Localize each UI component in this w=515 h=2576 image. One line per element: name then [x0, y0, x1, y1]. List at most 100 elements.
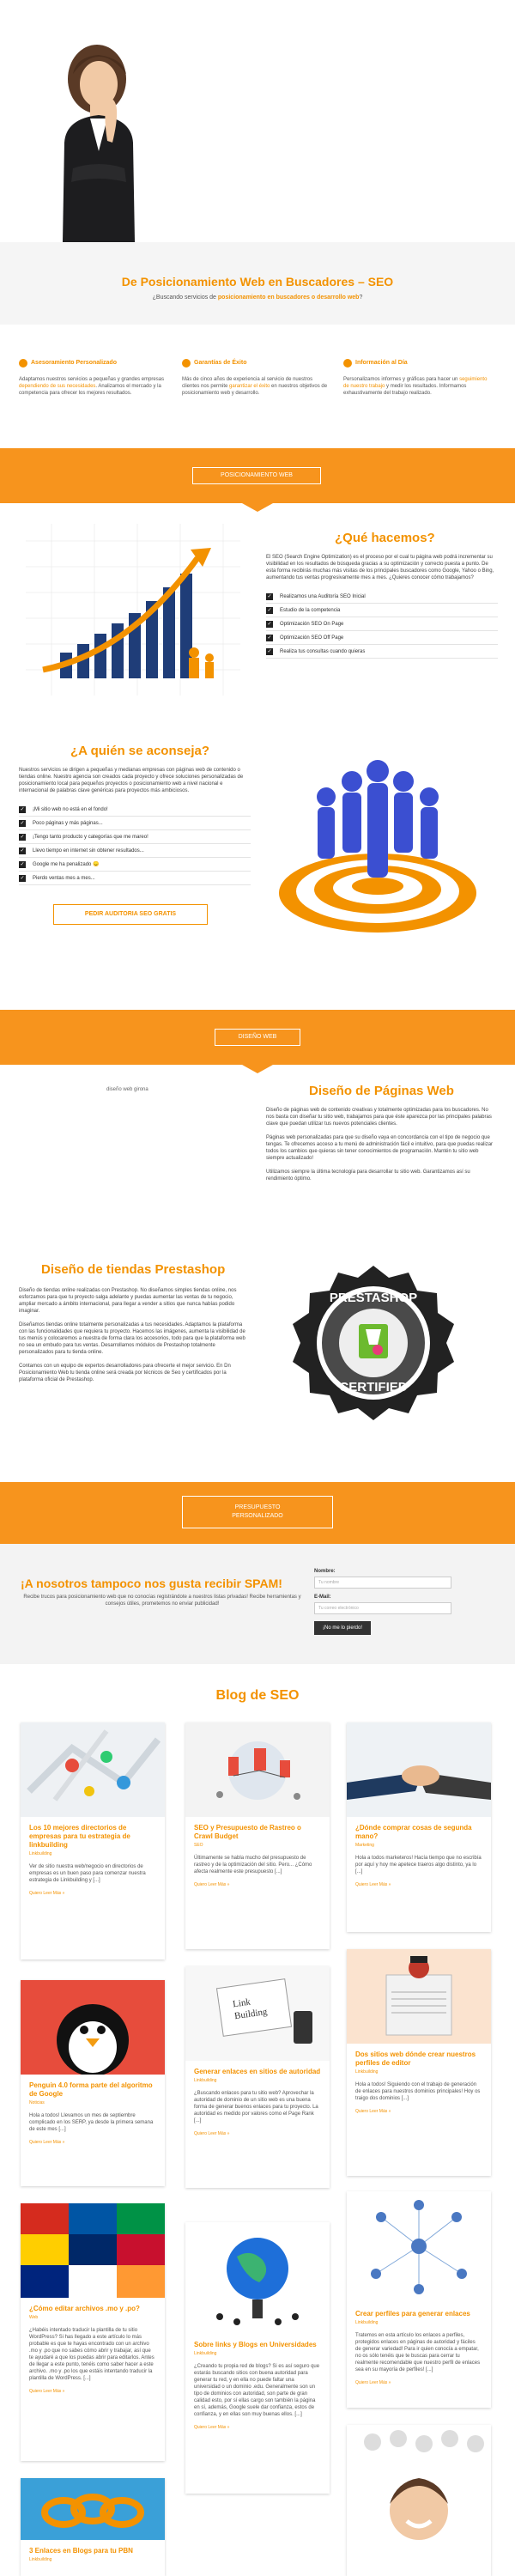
auditoria-button[interactable]: PEDIR AUDITORIA SEO GRATIS	[53, 904, 208, 925]
target-people-image	[279, 760, 476, 933]
blog-card[interactable]: SEO y Presupuesto de Rastreo o Crawl Bud…	[185, 1722, 330, 1949]
read-more-link[interactable]: Quiero Leer Más »	[185, 2418, 330, 2439]
list-item-text: Realizamos una Auditoría SEO Inicial	[280, 594, 366, 599]
post-excerpt: ¿Creando tu propia red de blogs? Si es a…	[194, 2364, 320, 2417]
list-item-text: ¡Tengo tanto producto y categorías que m…	[33, 835, 148, 840]
list-item-text: Google me ha penalizado 😞	[33, 862, 100, 867]
post-image	[347, 2425, 491, 2576]
post-title[interactable]: Los 10 mejores directorios de empresas p…	[21, 1817, 165, 1850]
post-title[interactable]: Sobre links y Blogs en Universidades	[185, 2334, 330, 2349]
feature-text-a: Adaptamos nuestros servicios a pequeñas …	[19, 377, 165, 382]
post-title[interactable]: Crear perfiles para generar enlaces	[347, 2303, 491, 2318]
list-item-text: Pierdo ventas mes a mes...	[33, 876, 95, 881]
post-image	[347, 2191, 491, 2303]
check-icon: ✓	[19, 848, 26, 854]
post-category[interactable]: Noticias	[21, 2099, 165, 2105]
blog-card[interactable]: Penguin 4.0 forma parte del algoritmo de…	[21, 1980, 165, 2186]
post-category[interactable]: SEO	[185, 1841, 330, 1848]
posicionamiento-button[interactable]: POSICIONAMIENTO WEB	[192, 467, 321, 484]
intro-section: De Posicionamiento Web en Buscadores – S…	[0, 242, 515, 325]
post-category[interactable]: Marketing	[347, 1841, 491, 1848]
prestashop-certified-badge: PRESTASHOP CERTIFIED	[293, 1266, 454, 1420]
list-item: ✓ Realizamos una Auditoría SEO Inicial	[266, 590, 498, 604]
read-more-link[interactable]: Quiero Leer Más »	[185, 1875, 330, 1896]
blog-card[interactable]: Los 10 mejores directorios de empresas p…	[21, 1722, 165, 1959]
post-excerpt: Hola a todos! Llevamos un mes de septiem…	[29, 2113, 154, 2132]
post-image	[21, 2478, 165, 2540]
blog-card[interactable]: Dos sitios web dónde crear nuestros perf…	[347, 1949, 491, 2176]
post-excerpt: ¿Buscando enlaces para tu sitio web? Apr…	[194, 2091, 318, 2123]
read-more-link[interactable]: Quiero Leer Más »	[21, 2133, 165, 2154]
list-item: ✓ Optimización SEO Off Page	[266, 631, 498, 645]
post-image	[21, 2203, 165, 2298]
quien-title: ¿A quién se aconseja?	[70, 744, 209, 758]
post-title[interactable]: ¿Cómo editar archivos .mo y .po?	[21, 2298, 165, 2313]
spam-title: ¡A nosotros tampoco nos gusta recibir SP…	[21, 1577, 282, 1590]
feature-text-a: Personalizamos informes y gráficas para …	[343, 377, 460, 382]
post-image	[185, 2222, 330, 2334]
list-item-text: Estudio de la competencia	[280, 608, 341, 613]
list-item: ✓ Poco páginas y más páginas...	[19, 817, 251, 830]
post-title[interactable]: Penguin 4.0 forma parte del algoritmo de…	[21, 2075, 165, 2099]
subscribe-button[interactable]: ¡No me lo pierdo!	[314, 1621, 371, 1635]
que-hacemos-title: ¿Qué hacemos?	[335, 531, 435, 545]
blog-card[interactable]: Sobre links y Blogs en Universidades Lin…	[185, 2222, 330, 2494]
post-title[interactable]: Generar enlaces en sitios de autoridad	[185, 2061, 330, 2076]
email-input[interactable]: Tu correo electrónico	[314, 1602, 451, 1614]
read-more-link[interactable]: Quiero Leer Más »	[21, 2382, 165, 2403]
check-icon: ✓	[19, 806, 26, 813]
post-category[interactable]: Linkbuilding	[185, 2349, 330, 2356]
seo-ribbon: POSICIONAMIENTO WEB	[0, 448, 515, 512]
check-icon: ✓	[266, 593, 273, 600]
read-more-link[interactable]: Quiero Leer Más »	[347, 2102, 491, 2123]
blog-card[interactable]: ¿Dónde comprar cosas de segunda mano? Ma…	[347, 1722, 491, 1932]
list-item-text: ¡Mi sitio web no está en el fondo!	[33, 807, 108, 812]
post-category[interactable]: Linkbuilding	[185, 2076, 330, 2083]
post-category[interactable]: Linkbuilding	[21, 1850, 165, 1856]
blog-card[interactable]: Link Building Generar enlaces en sitios d…	[185, 1966, 330, 2188]
hero	[0, 0, 515, 246]
read-more-link[interactable]: Quiero Leer Más »	[347, 1875, 491, 1896]
post-title[interactable]: 3 Enlaces en Blogs para tu PBN	[21, 2540, 165, 2555]
ribbon-notch	[242, 1065, 273, 1073]
diseno-web-button[interactable]: DISEÑO WEB	[215, 1029, 300, 1046]
check-icon: ✓	[266, 607, 273, 614]
post-title[interactable]: Dos sitios web dónde crear nuestros perf…	[347, 2044, 491, 2068]
badge-bottom-text: CERTIFIED	[339, 1380, 407, 1394]
feature-text-highlight: garantizar el éxito	[229, 384, 270, 389]
post-category[interactable]: Linkbuilding	[347, 2068, 491, 2075]
read-more-link[interactable]: Quiero Leer Más »	[21, 1884, 165, 1905]
blog-card[interactable]: ¿Cómo editar archivos .mo y .po? Web ¿Ha…	[21, 2203, 165, 2461]
feature-text: Más de cinco años de experiencia al serv…	[182, 376, 328, 397]
list-item: ✓ Optimización SEO On Page	[266, 617, 498, 631]
list-item: ✓ Estudio de la competencia	[266, 604, 498, 617]
post-image	[347, 1722, 491, 1817]
feature-title: Información al Día	[355, 360, 408, 367]
name-label: Nombre:	[314, 1569, 336, 1574]
diseno-image-alt: diseño web girona	[106, 1087, 148, 1092]
intro-subtitle: ¿Buscando servicios de posicionamiento e…	[0, 294, 515, 301]
check-icon: ✓	[266, 635, 273, 641]
post-image	[185, 1722, 330, 1817]
list-item: ✓ Llevo tiempo en internet sin obtener re…	[19, 844, 251, 858]
presupuesto-button[interactable]: PRESUPUESTO PERSONALIZADO	[182, 1496, 333, 1528]
post-category[interactable]: Linkbuilding	[347, 2318, 491, 2325]
post-excerpt: Hola a todos! Siguiendo con el trabajo d…	[355, 2082, 481, 2101]
list-item: ✓ ¡Tengo tanto producto y categorías que …	[19, 830, 251, 844]
blog-card[interactable]: 3 Enlaces en Blogs para tu PBN Linkbuild…	[21, 2478, 165, 2576]
que-hacemos-text: El SEO (Search Engine Optimization) es e…	[266, 555, 494, 580]
list-item-text: Llevo tiempo en internet sin obtener res…	[33, 848, 144, 854]
post-title[interactable]: ¿Dónde comprar cosas de segunda mano?	[347, 1817, 491, 1841]
post-category[interactable]: Linkbuilding	[21, 2555, 165, 2562]
check-icon: ✓	[19, 820, 26, 827]
blog-card[interactable]: Crear perfiles para generar enlaces Link…	[347, 2191, 491, 2408]
read-more-link[interactable]: Quiero Leer Más »	[185, 2124, 330, 2145]
name-input[interactable]: Tu nombre	[314, 1577, 451, 1589]
intro-title: De Posicionamiento Web en Buscadores – S…	[121, 275, 394, 289]
blog-card[interactable]	[347, 2425, 491, 2576]
diseno-p3: Utilizamos siempre la última tecnología …	[266, 1170, 470, 1182]
read-more-link[interactable]: Quiero Leer Más »	[347, 2373, 491, 2394]
feature-informacion: Información al Día Personalizamos inform…	[343, 355, 494, 397]
post-title[interactable]: SEO y Presupuesto de Rastreo o Crawl Bud…	[185, 1817, 330, 1841]
post-category[interactable]: Web	[21, 2313, 165, 2320]
